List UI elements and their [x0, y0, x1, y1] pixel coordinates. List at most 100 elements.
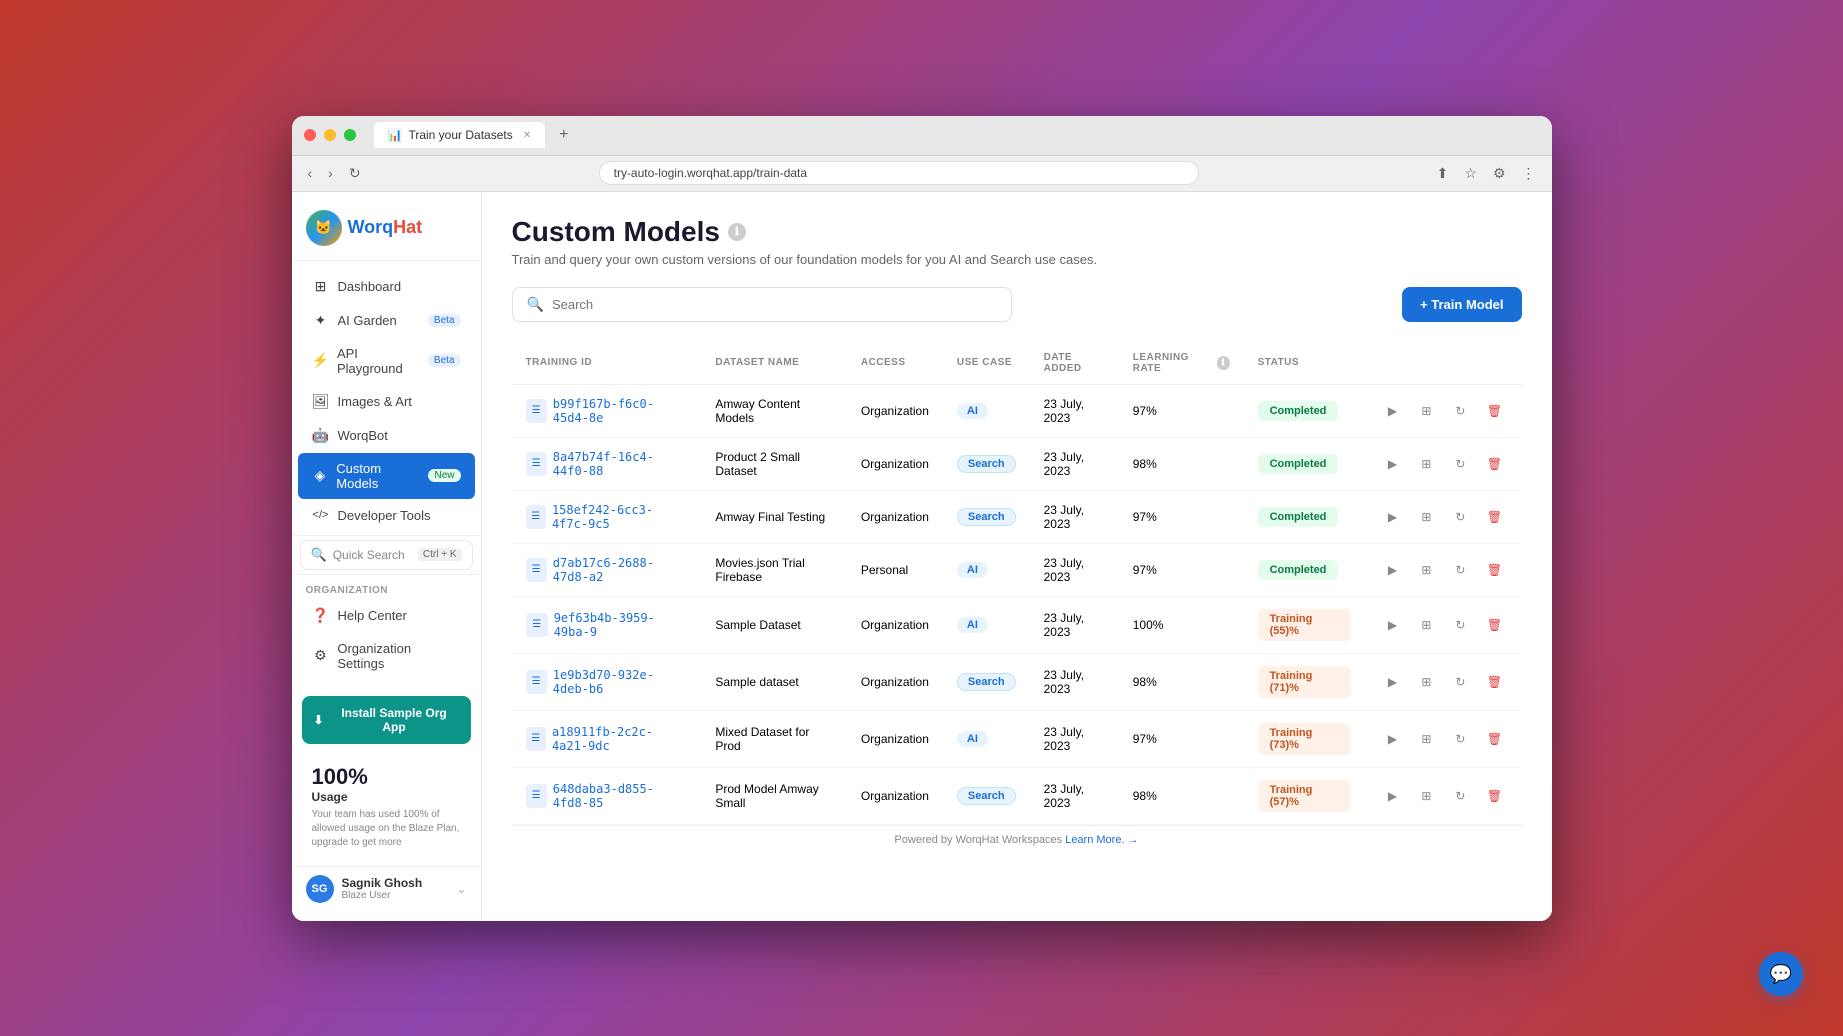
sidebar-item-developer-tools[interactable]: </> Developer Tools	[298, 500, 475, 531]
maximize-button[interactable]	[344, 129, 356, 141]
view-action-icon[interactable]: ⊞	[1413, 504, 1439, 530]
cell-dataset-name: Mixed Dataset for Prod	[701, 710, 846, 767]
cell-learning-rate: 98%	[1119, 653, 1244, 710]
delete-action-icon[interactable]: 🗑	[1481, 612, 1507, 638]
sidebar-item-images-art[interactable]: 🖼 Images & Art	[298, 385, 475, 418]
table-row: ☰ 9ef63b4b-3959-49ba-9 Sample Dataset Or…	[512, 596, 1522, 653]
view-action-icon[interactable]: ⊞	[1413, 783, 1439, 809]
cell-status: Training (57)%	[1244, 767, 1366, 824]
reload-button[interactable]: ↻	[345, 163, 365, 184]
share-icon[interactable]: ⬆	[1433, 163, 1453, 184]
delete-action-icon[interactable]: 🗑	[1481, 398, 1507, 424]
play-action-icon[interactable]: ▶	[1379, 669, 1405, 695]
view-action-icon[interactable]: ⊞	[1413, 612, 1439, 638]
extensions-icon[interactable]: ⚙	[1489, 163, 1510, 184]
play-action-icon[interactable]: ▶	[1379, 451, 1405, 477]
refresh-action-icon[interactable]: ↻	[1447, 612, 1473, 638]
delete-action-icon[interactable]: 🗑	[1481, 669, 1507, 695]
sidebar-item-help-center[interactable]: ❓ Help Center	[298, 599, 475, 632]
delete-action-icon[interactable]: 🗑	[1481, 557, 1507, 583]
status-badge: Completed	[1258, 560, 1339, 580]
training-id-value: 648daba3-d855-4fd8-85	[553, 782, 688, 810]
refresh-action-icon[interactable]: ↻	[1447, 669, 1473, 695]
refresh-action-icon[interactable]: ↻	[1447, 398, 1473, 424]
view-action-icon[interactable]: ⊞	[1413, 557, 1439, 583]
info-icon[interactable]: ℹ	[728, 223, 746, 241]
train-model-button[interactable]: + Train Model	[1402, 287, 1521, 322]
menu-icon[interactable]: ⋮	[1518, 163, 1540, 184]
view-action-icon[interactable]: ⊞	[1413, 669, 1439, 695]
address-input[interactable]: try-auto-login.worqhat.app/train-data	[599, 161, 1199, 185]
play-action-icon[interactable]: ▶	[1379, 783, 1405, 809]
refresh-action-icon[interactable]: ↻	[1447, 504, 1473, 530]
training-id-value: 158ef242-6cc3-4f7c-9c5	[552, 503, 687, 531]
custom-models-icon: ◈	[312, 467, 329, 484]
forward-button[interactable]: ›	[324, 163, 337, 183]
tab-close-icon[interactable]: ✕	[523, 130, 531, 141]
refresh-action-icon[interactable]: ↻	[1447, 451, 1473, 477]
status-badge: Completed	[1258, 401, 1339, 421]
quick-search-shortcut: Ctrl + K	[418, 548, 462, 561]
training-id-icon: ☰	[526, 452, 547, 476]
close-button[interactable]	[304, 129, 316, 141]
training-id-value: d7ab17c6-2688-47d8-a2	[553, 556, 688, 584]
install-btn-label: Install Sample Org App	[330, 706, 459, 734]
sidebar-item-api-playground[interactable]: ⚡ API Playground Beta	[298, 338, 475, 384]
sidebar-item-dashboard[interactable]: ⊞ Dashboard	[298, 270, 475, 303]
search-icon: 🔍	[527, 296, 544, 313]
footer-learn-more-link[interactable]: Learn More. →	[1065, 834, 1138, 846]
use-case-badge: AI	[957, 617, 988, 633]
cell-training-id: ☰ 158ef242-6cc3-4f7c-9c5	[512, 490, 702, 543]
refresh-action-icon[interactable]: ↻	[1447, 783, 1473, 809]
sidebar-item-ai-garden[interactable]: ✦ AI Garden Beta	[298, 304, 475, 337]
refresh-action-icon[interactable]: ↻	[1447, 726, 1473, 752]
install-sample-org-app-button[interactable]: ⬇ Install Sample Org App	[302, 696, 471, 744]
cell-access: Organization	[847, 596, 943, 653]
user-area[interactable]: SG Sagnik Ghosh Blaze User ⌄	[292, 866, 481, 911]
logo: 🐱 WorqHat	[306, 208, 426, 248]
table-row: ☰ a18911fb-2c2c-4a21-9dc Mixed Dataset f…	[512, 710, 1522, 767]
play-action-icon[interactable]: ▶	[1379, 612, 1405, 638]
back-button[interactable]: ‹	[304, 163, 317, 183]
new-tab-button[interactable]: +	[559, 126, 568, 144]
refresh-action-icon[interactable]: ↻	[1447, 557, 1473, 583]
browser-tab[interactable]: 📊 Train your Datasets ✕	[374, 122, 546, 148]
play-action-icon[interactable]: ▶	[1379, 726, 1405, 752]
view-action-icon[interactable]: ⊞	[1413, 726, 1439, 752]
sidebar-item-label: Dashboard	[338, 279, 402, 294]
user-info: Sagnik Ghosh Blaze User	[342, 876, 449, 901]
view-action-icon[interactable]: ⊞	[1413, 398, 1439, 424]
cell-actions: ▶ ⊞ ↻ 🗑	[1365, 490, 1521, 543]
dashboard-icon: ⊞	[312, 278, 330, 295]
play-action-icon[interactable]: ▶	[1379, 557, 1405, 583]
cell-status: Completed	[1244, 543, 1366, 596]
bookmark-icon[interactable]: ☆	[1460, 163, 1481, 184]
col-dataset-name: DATASET NAME	[701, 342, 846, 385]
cell-actions: ▶ ⊞ ↻ 🗑	[1365, 653, 1521, 710]
training-id-icon: ☰	[526, 399, 547, 423]
minimize-button[interactable]	[324, 129, 336, 141]
cell-dataset-name: Amway Content Models	[701, 384, 846, 437]
delete-action-icon[interactable]: 🗑	[1481, 451, 1507, 477]
play-action-icon[interactable]: ▶	[1379, 398, 1405, 424]
help-center-icon: ❓	[312, 607, 330, 624]
sidebar-item-label: Custom Models	[336, 461, 420, 491]
search-input[interactable]	[552, 297, 997, 312]
status-badge: Completed	[1258, 507, 1339, 527]
sidebar-item-org-settings[interactable]: ⚙ Organization Settings	[298, 633, 475, 679]
view-action-icon[interactable]: ⊞	[1413, 451, 1439, 477]
delete-action-icon[interactable]: 🗑	[1481, 504, 1507, 530]
lr-info-icon: ℹ	[1217, 356, 1230, 370]
sidebar-item-custom-models[interactable]: ◈ Custom Models New	[298, 453, 475, 499]
play-action-icon[interactable]: ▶	[1379, 504, 1405, 530]
cell-use-case: Search	[943, 437, 1030, 490]
table-row: ☰ 1e9b3d70-932e-4deb-b6 Sample dataset O…	[512, 653, 1522, 710]
delete-action-icon[interactable]: 🗑	[1481, 783, 1507, 809]
table-row: ☰ b99f167b-f6c0-45d4-8e Amway Content Mo…	[512, 384, 1522, 437]
cell-status: Training (71)%	[1244, 653, 1366, 710]
quick-search[interactable]: 🔍 Quick Search Ctrl + K	[300, 540, 473, 570]
sidebar-item-worqbot[interactable]: 🤖 WorqBot	[298, 419, 475, 452]
install-icon: ⬇	[314, 713, 324, 727]
chat-fab-button[interactable]: 💬	[1759, 952, 1803, 996]
delete-action-icon[interactable]: 🗑	[1481, 726, 1507, 752]
